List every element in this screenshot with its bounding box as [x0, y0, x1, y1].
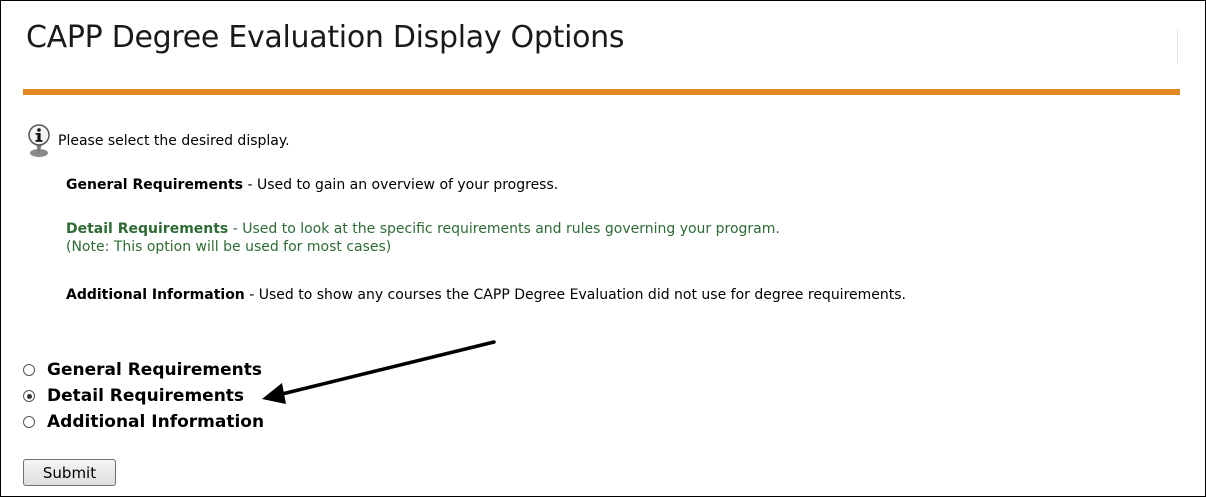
option-detail-label: Detail Requirements [47, 386, 245, 406]
description-general-text: - Used to gain an overview of your progr… [243, 177, 559, 193]
option-detail-requirements[interactable]: Detail Requirements [23, 386, 244, 406]
description-general: General Requirements - Used to gain an o… [66, 176, 558, 194]
description-general-label: General Requirements [66, 177, 244, 193]
option-general-label: General Requirements [47, 360, 262, 380]
info-icon [24, 124, 54, 158]
option-additional-label: Additional Information [47, 412, 265, 432]
page-title: CAPP Degree Evaluation Display Options [26, 20, 625, 55]
description-additional-text: - Used to show any courses the CAPP Degr… [244, 287, 906, 303]
info-text: Please select the desired display. [58, 133, 290, 149]
description-additional: Additional Information - Used to show an… [66, 286, 906, 304]
description-detail-note: (Note: This option will be used for most… [66, 239, 392, 255]
description-detail-label: Detail Requirements [66, 221, 229, 237]
title-underline [23, 89, 1180, 95]
radio-detail-requirements[interactable] [23, 390, 35, 402]
option-general-requirements[interactable]: General Requirements [23, 360, 262, 380]
option-additional-information[interactable]: Additional Information [23, 412, 264, 432]
corner-divider [1177, 30, 1178, 64]
description-additional-label: Additional Information [66, 287, 245, 303]
submit-button[interactable]: Submit [23, 459, 116, 486]
radio-additional-information[interactable] [23, 416, 35, 428]
description-detail-text: - Used to look at the specific requireme… [228, 221, 780, 237]
info-message: Please select the desired display. [24, 124, 290, 158]
radio-general-requirements[interactable] [23, 364, 35, 376]
description-detail: Detail Requirements - Used to look at th… [66, 220, 780, 256]
